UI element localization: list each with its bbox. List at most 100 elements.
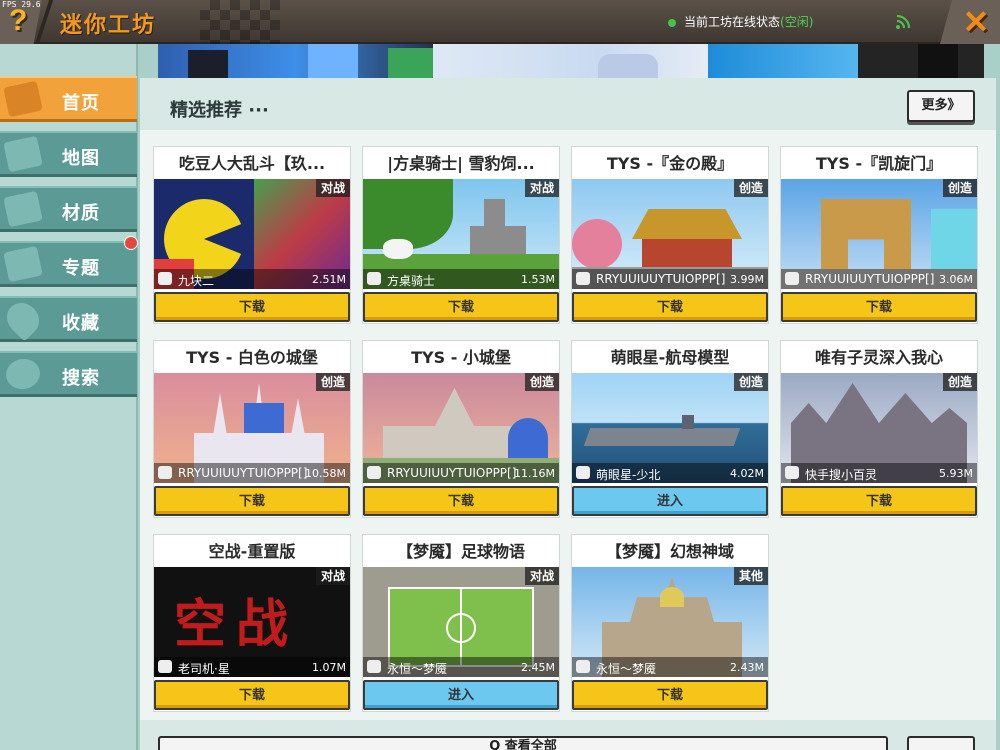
download-button[interactable]: 下载: [363, 292, 559, 322]
card-author: RRYUUIUUYTUIOPPP[][]: [178, 466, 308, 480]
close-button[interactable]: ✕: [957, 2, 995, 42]
sidebar-item-label: 收藏: [62, 313, 100, 334]
card-author: 九块二: [178, 274, 215, 288]
card-title: TYS -『凯旋门』: [815, 154, 943, 173]
card-title: 【梦魇】幻想神域: [605, 542, 734, 561]
sidebar-item-label: 材质: [62, 203, 100, 224]
card-file-size: 2.45M: [521, 661, 555, 674]
author-avatar-icon: [576, 466, 590, 479]
heart-icon: [0, 296, 46, 342]
card-title: TYS - 小城堡: [411, 348, 511, 367]
author-avatar-icon: [367, 660, 381, 673]
author-avatar-icon: [785, 466, 799, 479]
card-category-tag: 对战: [315, 567, 350, 585]
view-all-button[interactable]: Q 查看全部: [158, 736, 888, 750]
card-category-tag: 对战: [524, 567, 559, 585]
top-bar: ? FPS 29.6 迷你工坊 当前工坊在线状态(空闲) ✕: [0, 0, 1000, 44]
author-avatar-icon: [367, 466, 381, 479]
sidebar-item-label: 搜索: [62, 368, 100, 389]
card-category-tag: 创造: [733, 373, 768, 391]
card-info-bar: 永恒～梦魇 2.45M: [363, 657, 559, 677]
author-avatar-icon: [367, 272, 381, 285]
card-category-tag: 创造: [315, 373, 350, 391]
card-category-tag: 创造: [733, 179, 768, 197]
search-icon: [3, 355, 43, 393]
download-button[interactable]: 下载: [781, 292, 977, 322]
sidebar-item-label: 专题: [62, 258, 100, 279]
card-author: 永恒～梦魇: [596, 662, 657, 676]
author-avatar-icon: [158, 272, 172, 285]
status-dot-icon: [668, 18, 676, 27]
card-author: RRYUUIUUYTUIOPPP[][]: [805, 272, 935, 286]
card-info-bar: RRYUUIUUYTUIOPPP[][] 3.99M: [572, 269, 768, 289]
author-avatar-icon: [158, 466, 172, 479]
map-card[interactable]: TYS -『金の殿』 创造 RRYUUIUUYTUIOPPP[][] 3.99M…: [571, 146, 769, 324]
map-card[interactable]: 吃豆人大乱斗【玖... 对战 九块二 2.51M 下载: [153, 146, 351, 324]
card-file-size: 2.43M: [730, 661, 764, 674]
map-card[interactable]: 【梦魇】幻想神域 其他 永恒～梦魇 2.43M 下载: [571, 534, 769, 712]
card-info-bar: RRYUUIUUYTUIOPPP[][] 3.06M: [781, 269, 977, 289]
author-avatar-icon: [158, 660, 172, 673]
card-file-size: 11.16M: [514, 467, 555, 480]
sidebar-item-map[interactable]: 地图: [0, 131, 137, 177]
more-button[interactable]: 更多》: [907, 90, 975, 122]
card-title: TYS -『金の殿』: [606, 154, 734, 173]
sidebar-item-texture[interactable]: 材质: [0, 186, 137, 232]
map-icon: [3, 135, 43, 173]
download-button[interactable]: 下载: [154, 486, 350, 516]
map-card[interactable]: 空战-重置版 空战 对战 老司机·星 1.07M 下载: [153, 534, 351, 712]
card-category-tag: 对战: [524, 179, 559, 197]
card-file-size: 1.07M: [312, 661, 346, 674]
card-title: 【梦魇】足球物语: [396, 542, 525, 561]
sidebar-item-topic[interactable]: 专题: [0, 241, 137, 287]
app-title: 迷你工坊: [60, 13, 157, 38]
map-card[interactable]: 【梦魇】足球物语 对战 永恒～梦魇 2.45M 进入: [362, 534, 560, 712]
card-info-bar: 九块二 2.51M: [154, 269, 350, 289]
topic-icon: [3, 245, 43, 283]
map-card[interactable]: TYS - 白色の城堡 创造 RRYUUIUUYTUIOPPP[][] 10.5…: [153, 340, 351, 518]
refresh-button[interactable]: [907, 736, 975, 750]
card-author: 快手搜小百灵: [805, 468, 878, 482]
card-author: 萌眼星-少北: [596, 468, 661, 482]
status-label: 当前工坊在线状态: [684, 15, 781, 29]
enter-button[interactable]: 进入: [572, 486, 768, 516]
card-file-size: 3.06M: [939, 273, 973, 286]
card-category-tag: 创造: [942, 373, 977, 391]
card-category-tag: 创造: [524, 373, 559, 391]
featured-banner[interactable]: [158, 44, 984, 78]
card-author: RRYUUIUUYTUIOPPP[][]: [387, 466, 517, 480]
sidebar-item-favorites[interactable]: 收藏: [0, 296, 137, 342]
map-card[interactable]: TYS -『凯旋门』 创造 RRYUUIUUYTUIOPPP[][] 3.06M…: [780, 146, 978, 324]
card-title: TYS - 白色の城堡: [186, 348, 318, 367]
card-file-size: 10.58M: [305, 467, 346, 480]
card-file-size: 5.93M: [939, 467, 973, 480]
card-file-size: 3.99M: [730, 273, 764, 286]
card-info-bar: 老司机·星 1.07M: [154, 657, 350, 677]
map-card[interactable]: TYS - 小城堡 创造 RRYUUIUUYTUIOPPP[][] 11.16M…: [362, 340, 560, 518]
sidebar-item-search[interactable]: 搜索: [0, 351, 137, 397]
card-author: 方桌骑士: [387, 274, 436, 288]
author-avatar-icon: [785, 272, 799, 285]
download-button[interactable]: 下载: [154, 292, 350, 322]
download-button[interactable]: 下载: [363, 486, 559, 516]
card-author: 永恒～梦魇: [387, 662, 448, 676]
card-file-size: 4.02M: [730, 467, 764, 480]
map-card[interactable]: 萌眼星-航母模型 创造 萌眼星-少北 4.02M 进入: [571, 340, 769, 518]
card-file-size: 2.51M: [312, 273, 346, 286]
card-author: RRYUUIUUYTUIOPPP[][]: [596, 272, 726, 286]
card-info-bar: 永恒～梦魇 2.43M: [572, 657, 768, 677]
card-category-tag: 创造: [942, 179, 977, 197]
map-card[interactable]: 唯有子灵深入我心 创造 快手搜小百灵 5.93M 下载: [780, 340, 978, 518]
download-button[interactable]: 下载: [154, 680, 350, 710]
section-title: 精选推荐 ···: [170, 100, 269, 121]
card-info-bar: RRYUUIUUYTUIOPPP[][] 10.58M: [154, 463, 350, 483]
download-button[interactable]: 下载: [572, 292, 768, 322]
sidebar-item-home[interactable]: 首页: [0, 76, 137, 122]
download-button[interactable]: 下载: [572, 680, 768, 710]
card-category-tag: 其他: [733, 567, 768, 585]
status-value: (空闲): [780, 15, 814, 29]
enter-button[interactable]: 进入: [363, 680, 559, 710]
map-card[interactable]: |方桌骑士| 雪豹饲... 对战 方桌骑士 1.53M 下载: [362, 146, 560, 324]
download-button[interactable]: 下载: [781, 486, 977, 516]
card-title: 唯有子灵深入我心: [814, 348, 943, 367]
